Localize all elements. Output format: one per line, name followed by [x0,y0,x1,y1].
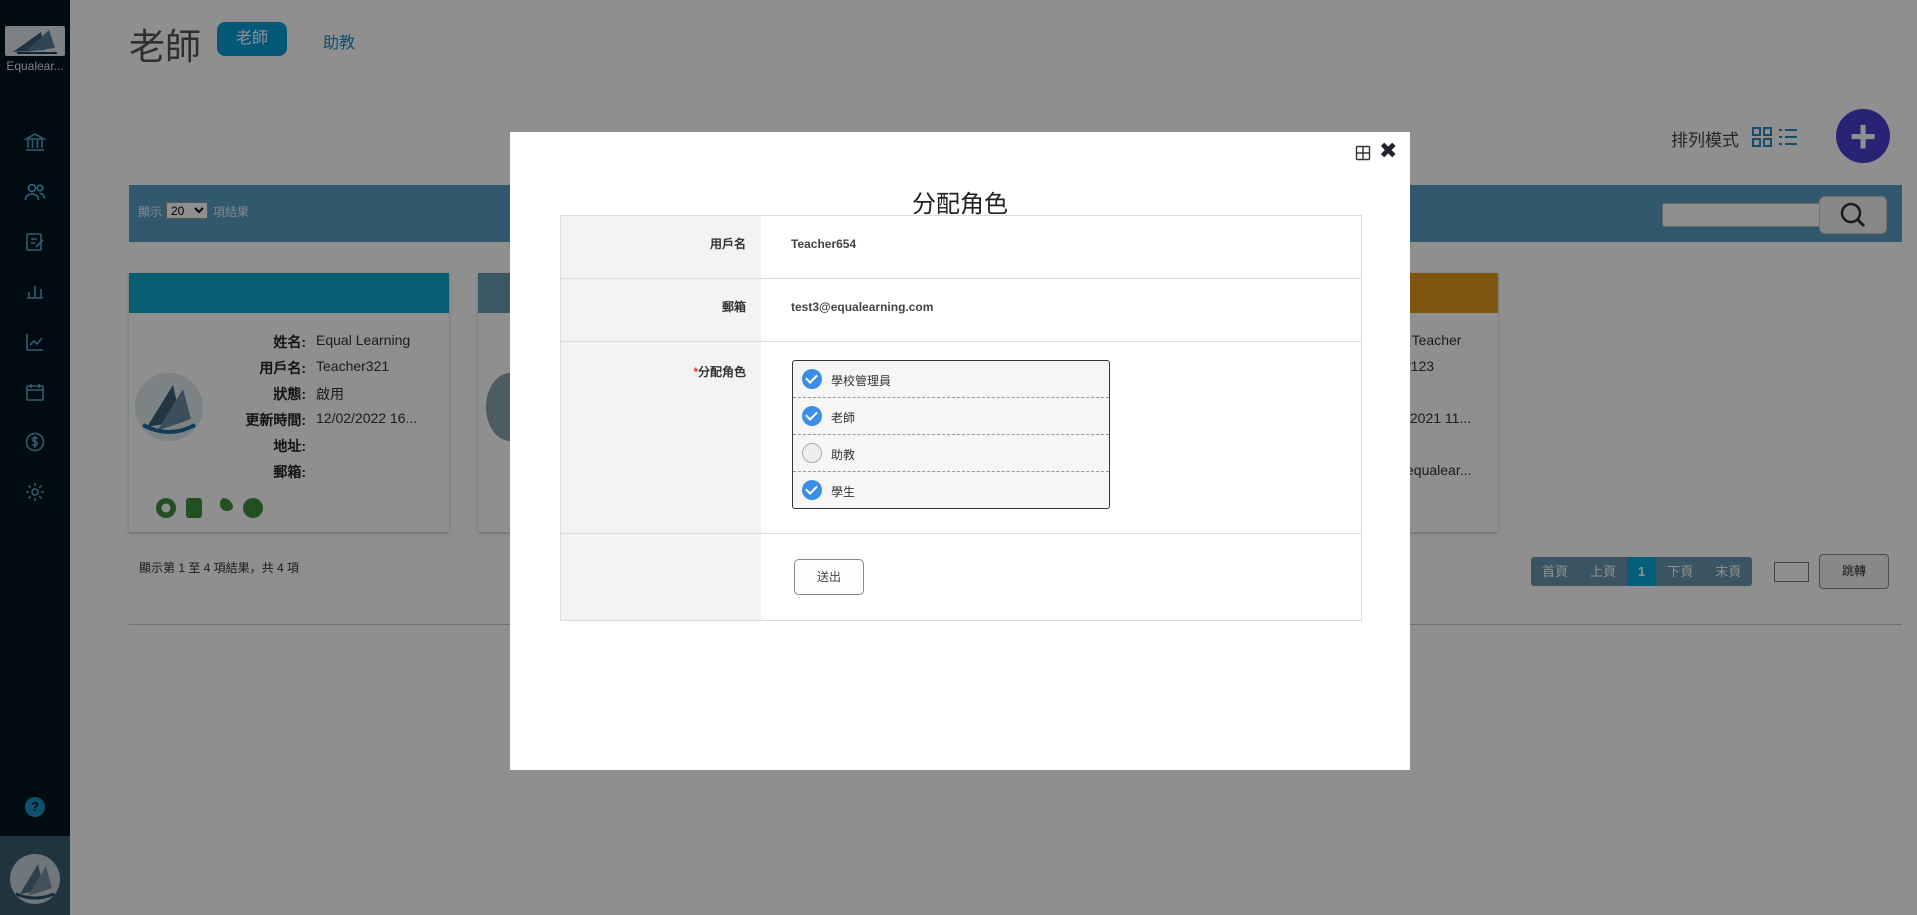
username-value: Teacher654 [791,237,857,251]
checkbox-checked-icon[interactable] [802,480,822,500]
modal-title: 分配角色 [912,191,1008,218]
email-label: 郵箱 [561,279,761,341]
roles-checklist: 學校管理員 老師 助教 學生 [792,360,1110,509]
form-row-roles: *分配角色 學校管理員 老師 助教 學生 [561,342,1361,534]
role-form: 用戶名 Teacher654 郵箱 test3@equalearning.com… [560,215,1362,621]
email-value: test3@equalearning.com [791,300,934,314]
form-row-submit: 送出 [561,534,1361,620]
username-label: 用戶名 [561,216,761,278]
role-option-assistant[interactable]: 助教 [793,435,1109,472]
checkbox-checked-icon[interactable] [802,369,822,389]
role-option-student[interactable]: 學生 [793,472,1109,508]
form-row-username: 用戶名 Teacher654 [561,216,1361,279]
submit-label-cell [561,534,761,620]
maximize-icon[interactable] [1355,145,1371,161]
assign-role-modal: ✖ 分配角色 用戶名 Teacher654 郵箱 test3@equalearn… [510,132,1410,770]
role-option-teacher[interactable]: 老師 [793,398,1109,435]
form-row-email: 郵箱 test3@equalearning.com [561,279,1361,342]
submit-button[interactable]: 送出 [794,559,864,595]
checkbox-unchecked-icon[interactable] [802,443,822,463]
role-option-school-admin[interactable]: 學校管理員 [793,361,1109,398]
roles-label: *分配角色 [561,342,761,533]
close-icon[interactable]: ✖ [1379,140,1399,162]
checkbox-checked-icon[interactable] [802,406,822,426]
